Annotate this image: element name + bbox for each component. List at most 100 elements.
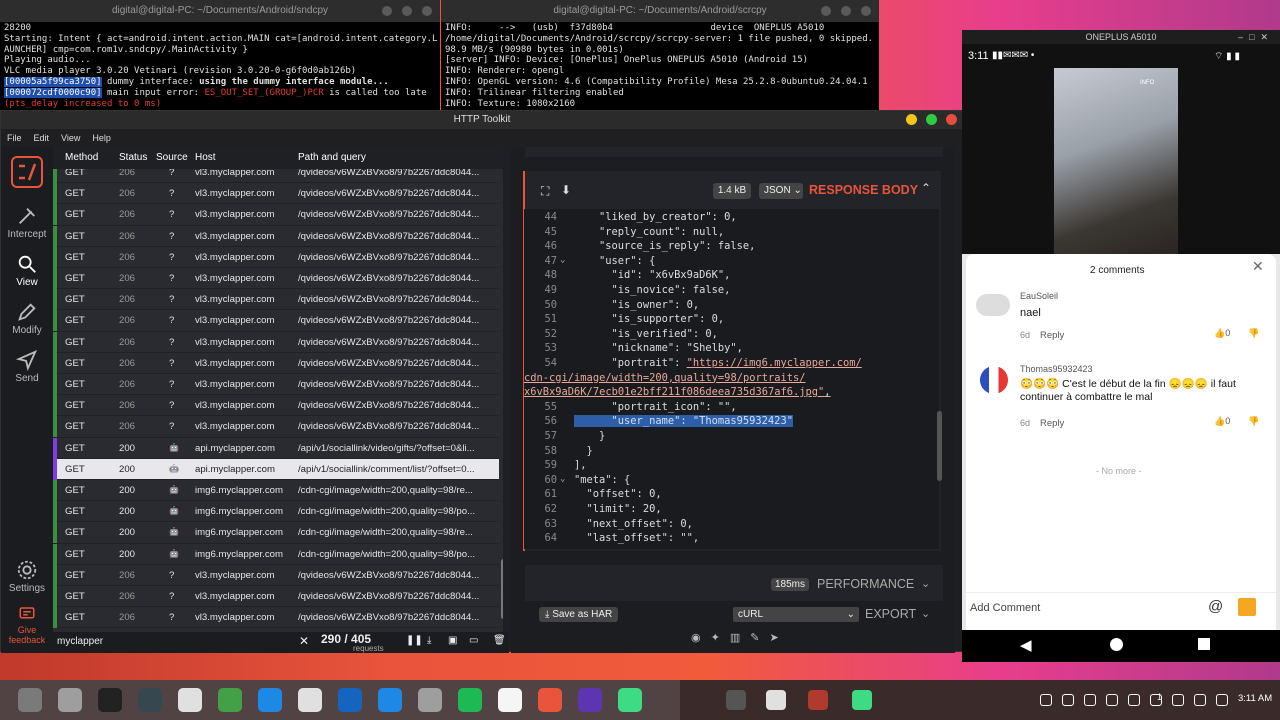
system-monitor-icon[interactable] [138, 688, 162, 712]
pin-icon[interactable]: ✦ [711, 631, 720, 651]
table-row[interactable]: GET 206? vl3.myclapper.com/qvideos/v6WZxBV… [53, 352, 499, 374]
table-row[interactable]: GET 206? vl3.myclapper.com/qvideos/v6WZxBV… [53, 374, 499, 396]
drive-icon[interactable] [418, 688, 442, 712]
avatar[interactable] [976, 294, 1010, 316]
http-toolkit-icon[interactable] [538, 688, 562, 712]
wifi-icon[interactable] [1172, 694, 1184, 706]
save-as-har-button[interactable]: ⤓ Save as HAR [539, 607, 619, 622]
minimize-icon[interactable] [382, 6, 392, 16]
like-button[interactable]: 👍0 [1214, 328, 1230, 339]
close-icon[interactable] [861, 6, 871, 16]
maximize-icon[interactable] [841, 6, 851, 16]
export-format-select[interactable]: cURL ⌄ [733, 607, 859, 622]
table-row[interactable]: GET 206? vl3.myclapper.com/qvideos/v6WZxBV… [53, 586, 499, 608]
portrait-url-link[interactable]: "https://img6.myclapper.com/ [687, 357, 862, 369]
response-body-editor[interactable]: 44 "liked_by_creator": 0, 45 "reply_count… [524, 209, 939, 549]
spotify-icon[interactable] [458, 688, 482, 712]
phone-titlebar[interactable]: ONEPLUS A5010 –□✕ [962, 30, 1280, 44]
terminal-titlebar[interactable]: digital@digital-PC: ~/Documents/Android/… [0, 0, 440, 22]
clear-filter-icon[interactable]: ✕ [299, 634, 309, 648]
table-row[interactable]: GET 206? vl3.myclapper.com/qvideos/v6WZxBV… [53, 204, 499, 226]
download-body-icon[interactable]: ⬇ [561, 183, 571, 197]
collapse-icon[interactable]: ⌃ [921, 181, 931, 195]
android-studio-icon[interactable] [618, 688, 642, 712]
table-row[interactable]: GET 200 🤖 img6.myclapper.com/cdn-cgi/image/… [53, 501, 499, 523]
shield-icon[interactable] [1084, 694, 1096, 706]
table-row[interactable]: GET 206? vl3.myclapper.com/qvideos/v6WZxBV… [53, 395, 499, 417]
menu-help[interactable]: Help [92, 129, 111, 147]
filter-input[interactable]: myclapper [57, 636, 103, 647]
window-titlebar[interactable]: HTTP Toolkit [1, 111, 963, 129]
table-row[interactable]: GET 206? vl3.myclapper.com/qvideos/v6WZxBV… [53, 331, 499, 353]
comment-username[interactable]: Thomas95932423 [1020, 364, 1093, 374]
maximize-icon[interactable] [402, 6, 412, 16]
terminal-titlebar[interactable]: digital@digital-PC: ~/Documents/Android/… [441, 0, 879, 22]
table-row[interactable]: GET 206? vl3.myclapper.com/qvideos/v6WZxBV… [53, 246, 499, 268]
back-icon[interactable]: ◀ [1020, 636, 1032, 654]
terminal-window-sndcpy[interactable]: digital@digital-PC: ~/Documents/Android/… [0, 0, 440, 112]
minimize-icon[interactable] [821, 6, 831, 16]
menu-file[interactable]: File [7, 129, 22, 147]
performance-card[interactable]: 185ms PERFORMANCE ⌄ [525, 565, 943, 601]
table-row[interactable]: GET 206? vl3.myclapper.com/qvideos/v6WZxBV… [53, 169, 499, 184]
close-icon[interactable] [946, 114, 957, 125]
table-row[interactable]: GET 206? vl3.myclapper.com/qvideos/v6WZxBV… [53, 225, 499, 247]
gift-icon[interactable] [1238, 598, 1256, 616]
app-grid-icon[interactable] [18, 688, 42, 712]
android-icon[interactable] [1128, 694, 1140, 706]
terminal-window-scrcpy[interactable]: digital@digital-PC: ~/Documents/Android/… [441, 0, 879, 112]
column-source[interactable]: Source [156, 152, 188, 163]
calendar-icon[interactable] [258, 688, 282, 712]
sidebar-item-send[interactable]: Send [1, 349, 53, 384]
window-button-scrcpy[interactable] [852, 690, 872, 710]
menu-edit[interactable]: Edit [34, 129, 50, 147]
sidebar-item-settings[interactable]: Settings [1, 559, 53, 594]
sidebar-item-intercept[interactable]: Intercept [1, 205, 53, 240]
fold-chevron-icon[interactable]: ⌄ [560, 474, 565, 484]
dislike-icon[interactable]: 👎 [1248, 328, 1259, 339]
list-scrollbar[interactable] [501, 559, 503, 619]
trash-icon[interactable]: 🗑 [493, 635, 506, 646]
outlook-icon[interactable] [338, 688, 362, 712]
comment-username[interactable]: EauSoleil [1020, 291, 1058, 301]
fold-chevron-icon[interactable]: ⌄ [560, 255, 565, 265]
table-row[interactable]: GET 200 🤖 img6.myclapper.com/cdn-cgi/image/… [53, 522, 499, 544]
battery-icon[interactable] [1194, 694, 1206, 706]
format-select[interactable]: JSON ⌄ [759, 183, 803, 199]
maximize-icon[interactable] [926, 114, 937, 125]
eye-icon[interactable]: ◉ [691, 631, 701, 651]
reply-button[interactable]: Reply [1040, 418, 1064, 429]
window-button-terminal[interactable] [726, 690, 746, 710]
chrome-icon[interactable] [178, 688, 202, 712]
bluetooth-icon[interactable] [1062, 694, 1074, 706]
download-icon[interactable]: ⤓ [427, 635, 431, 646]
column-status[interactable]: Status [119, 152, 147, 163]
reply-button[interactable]: Reply [1040, 330, 1064, 341]
window-button-http-toolkit[interactable] [808, 690, 828, 710]
avatar[interactable] [980, 366, 1008, 394]
video-area[interactable]: 3:11 ▮▮✉✉✉ • ⌔ ▮ ▮ INFO [962, 44, 1280, 254]
sidebar-item-view[interactable]: View [1, 253, 53, 288]
expand-icon[interactable]: ⛶ [541, 184, 549, 199]
volume-icon[interactable] [1216, 694, 1228, 706]
table-row[interactable]: GET 200 🤖 api.myclapper.com/api/v1/socialli… [53, 458, 499, 480]
folder-icon[interactable]: ▭ [469, 635, 478, 646]
mention-icon[interactable]: @ [1208, 598, 1223, 615]
dislike-icon[interactable]: 👎 [1248, 416, 1259, 427]
recents-icon[interactable] [1198, 638, 1210, 650]
clock[interactable]: 3:11 AM [1238, 693, 1272, 704]
chevron-down-icon[interactable]: ⌄ [921, 607, 930, 620]
window-button-chrome[interactable] [766, 690, 786, 710]
messages-icon[interactable] [218, 688, 242, 712]
home-icon[interactable] [1110, 638, 1123, 651]
trash-icon[interactable]: ▥ [730, 631, 740, 651]
close-icon[interactable] [422, 6, 432, 16]
window-controls[interactable]: –□✕ [1238, 30, 1274, 44]
table-row[interactable]: GET 206? vl3.myclapper.com/qvideos/v6WZxBV… [53, 310, 499, 332]
column-method[interactable]: Method [65, 152, 98, 163]
table-row[interactable]: GET 200 🤖 img6.myclapper.com/cdn-cgi/image/… [53, 543, 499, 565]
clipboard-icon[interactable] [1106, 694, 1118, 706]
column-host[interactable]: Host [195, 152, 216, 163]
sidebar-item-feedback[interactable]: Give feedback [1, 605, 53, 645]
vpn-icon[interactable] [1040, 694, 1052, 706]
